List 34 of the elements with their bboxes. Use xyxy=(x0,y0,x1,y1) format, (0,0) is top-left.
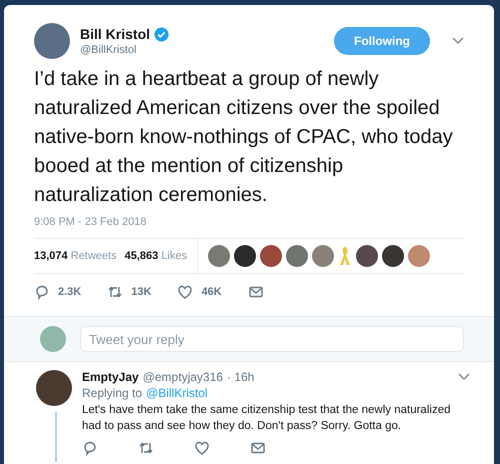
tweet-text: I’d take in a heartbeat a group of newly naturalized American citizens over the spoiled native-born know-nothings of CPAC, who today booed at the mention of citizenship naturalization ceremonies. xyxy=(34,67,454,208)
reply-time[interactable]: · 16h xyxy=(226,370,454,384)
chevron-down-icon[interactable] xyxy=(452,37,464,45)
reply-text: Let's have them take the same citizenship test that the newly naturalized had to pass and see how they do. Don't pass? Sorry. Gotta go. xyxy=(82,403,452,434)
reply-icon[interactable] xyxy=(34,284,50,300)
retweet-icon[interactable] xyxy=(107,284,124,300)
action-count: 46K xyxy=(201,286,222,298)
liker-avatar[interactable] xyxy=(382,245,404,267)
reply-author-name[interactable]: EmptyJay xyxy=(82,370,139,384)
chevron-down-icon[interactable] xyxy=(458,373,470,381)
reply-input[interactable]: Tweet your reply xyxy=(80,326,464,352)
reply-icon[interactable] xyxy=(82,440,98,456)
author-handle[interactable]: @BillKristol xyxy=(80,44,324,56)
liker-avatar[interactable] xyxy=(356,245,378,267)
envelope-icon[interactable] xyxy=(248,284,264,300)
heart-icon[interactable] xyxy=(194,440,210,456)
avatar[interactable] xyxy=(34,23,70,59)
heart-icon[interactable] xyxy=(177,284,194,300)
thread-line xyxy=(55,412,57,462)
reply-handle[interactable]: @emptyjay316 xyxy=(142,370,223,384)
mention-link[interactable]: @BillKristol xyxy=(146,386,208,400)
envelope-icon[interactable] xyxy=(250,440,266,456)
replying-to-label: Replying to xyxy=(82,386,142,400)
author-name[interactable]: Bill Kristol xyxy=(80,26,150,42)
reply-avatar[interactable] xyxy=(36,370,72,406)
timestamp: 9:08 PM - 23 Feb 2018 xyxy=(34,216,464,239)
following-button[interactable]: Following xyxy=(334,27,430,55)
stat-count[interactable]: 45,863 Likes xyxy=(124,250,187,262)
action-count: 2.3K xyxy=(58,286,82,298)
liker-avatar[interactable] xyxy=(260,245,282,267)
action-count: 13K xyxy=(131,286,152,298)
stat-count[interactable]: 13,074 Retweets xyxy=(34,250,117,262)
liker-avatar[interactable] xyxy=(234,245,256,267)
retweet-icon[interactable] xyxy=(138,440,154,456)
